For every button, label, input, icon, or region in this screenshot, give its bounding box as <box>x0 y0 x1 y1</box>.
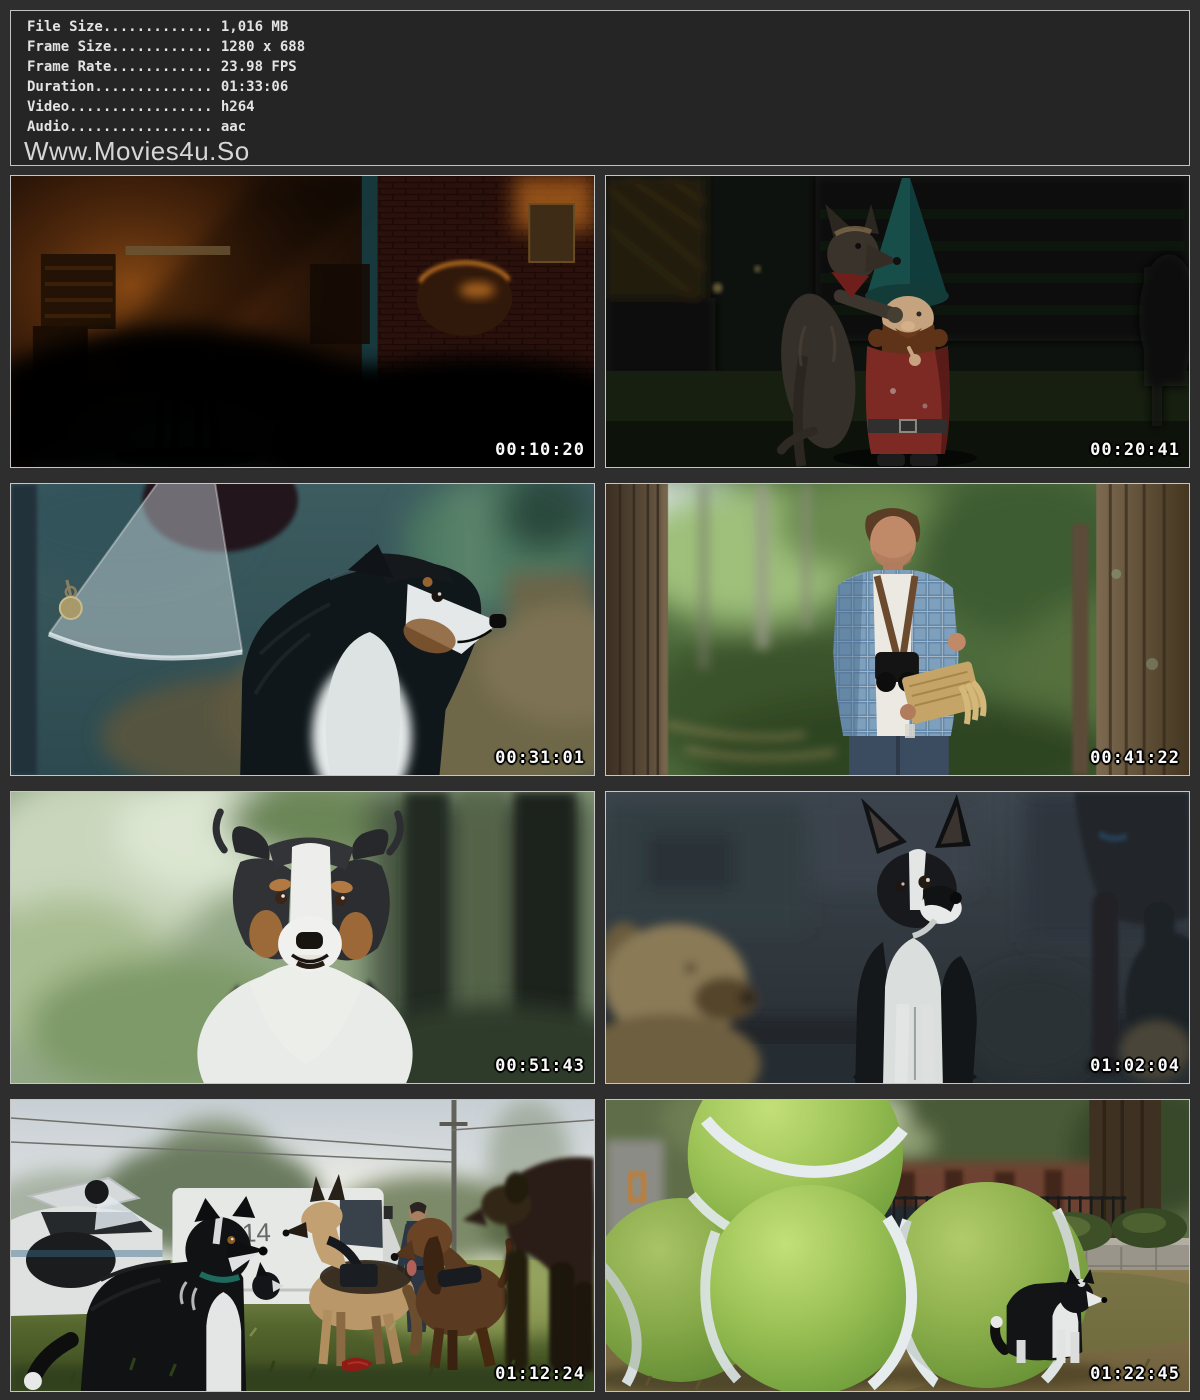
info-label: Frame Rate............ <box>27 59 212 75</box>
info-row-frame-size: Frame Size............1280 x 688 <box>27 37 1189 57</box>
info-label: Video................. <box>27 99 212 115</box>
info-value: 23.98 FPS <box>212 59 296 75</box>
screenshot-smiling-aussie: 00:51:43 <box>10 791 595 1084</box>
info-row-file-size: File Size.............1,016 MB <box>27 17 1189 37</box>
screenshot-cone-dog-barn: 00:31:01 <box>10 483 595 776</box>
screenshot-boston-terrier: 01:02:04 <box>605 791 1190 1084</box>
info-row-video: Video.................h264 <box>27 97 1189 117</box>
info-label: File Size............. <box>27 19 212 35</box>
timestamp: 01:22:45 <box>1090 1364 1180 1384</box>
info-row-duration: Duration..............01:33:06 <box>27 77 1189 97</box>
man-forest-illustration <box>606 484 1189 775</box>
screenshot-dark-alley: 00:10:20 <box>10 175 595 468</box>
info-label: Frame Size............ <box>27 39 212 55</box>
info-value: 01:33:06 <box>212 79 288 95</box>
info-value: 1280 x 688 <box>212 39 305 55</box>
info-value: aac <box>212 119 246 135</box>
media-info-rows: File Size.............1,016 MB Frame Siz… <box>11 11 1189 137</box>
timestamp: 00:20:41 <box>1090 440 1180 460</box>
media-info-panel: File Size.............1,016 MB Frame Siz… <box>10 10 1190 166</box>
tennis-balls-illustration <box>606 1100 1189 1391</box>
timestamp: 00:41:22 <box>1090 748 1180 768</box>
info-value: h264 <box>212 99 254 115</box>
dark-alley-illustration <box>11 176 594 467</box>
screenshot-k9-field: 14 <box>10 1099 595 1392</box>
site-watermark: Www.Movies4u.So <box>11 138 1189 165</box>
screenshot-grid: 00:10:20 <box>10 175 1190 1392</box>
timestamp: 00:10:20 <box>495 440 585 460</box>
info-row-frame-rate: Frame Rate............23.98 FPS <box>27 57 1189 77</box>
screenshot-man-forest: 00:41:22 <box>605 483 1190 776</box>
info-label: Audio................. <box>27 119 212 135</box>
timestamp: 00:51:43 <box>495 1056 585 1076</box>
smiling-aussie-illustration <box>11 792 594 1083</box>
info-row-audio: Audio.................aac <box>27 117 1189 137</box>
boston-terrier-illustration <box>606 792 1189 1083</box>
timestamp: 01:12:24 <box>495 1364 585 1384</box>
screenshot-dog-gnome: 00:20:41 <box>605 175 1190 468</box>
k9-field-illustration: 14 <box>11 1100 594 1391</box>
file-info-sheet: File Size.............1,016 MB Frame Siz… <box>0 0 1200 1400</box>
info-value: 1,016 MB <box>212 19 288 35</box>
cone-dog-illustration <box>11 484 594 775</box>
timestamp: 00:31:01 <box>495 748 585 768</box>
info-label: Duration.............. <box>27 79 212 95</box>
timestamp: 01:02:04 <box>1090 1056 1180 1076</box>
dog-gnome-illustration <box>606 176 1189 467</box>
screenshot-tennis-balls: 01:22:45 <box>605 1099 1190 1392</box>
